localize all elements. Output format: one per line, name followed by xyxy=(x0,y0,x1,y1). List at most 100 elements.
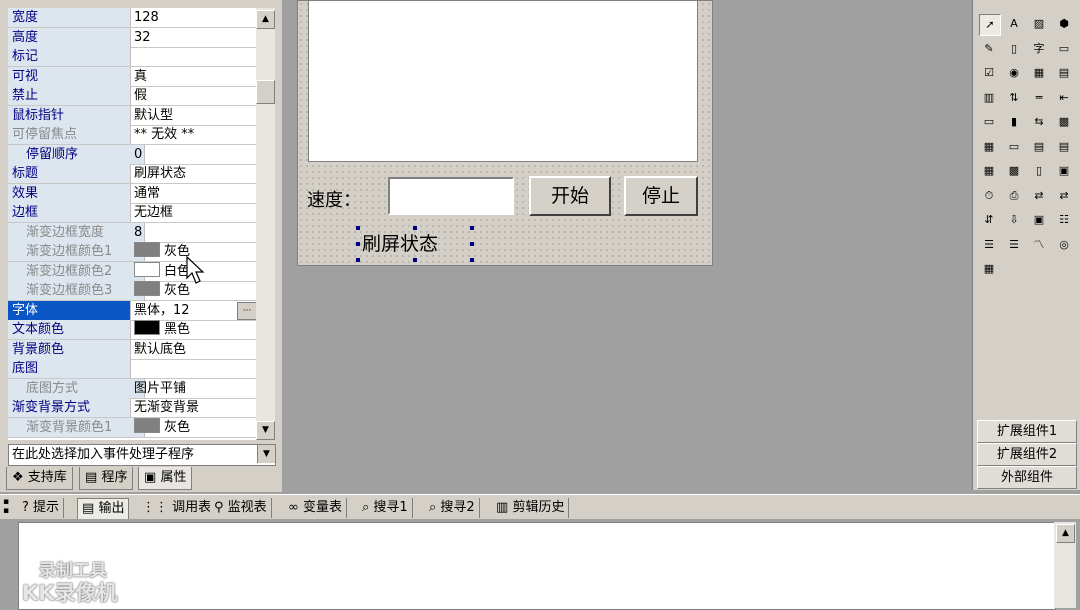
property-value[interactable]: 默认底色 xyxy=(131,340,256,359)
frame-icon[interactable]: ▯ xyxy=(1004,39,1024,59)
tab-output[interactable]: ▤ 输出 xyxy=(77,498,130,519)
property-value[interactable]: 真 xyxy=(131,67,256,86)
property-value[interactable]: 无渐变背景 xyxy=(131,398,256,417)
selection-handle[interactable] xyxy=(470,226,474,230)
property-value[interactable]: 默认型 xyxy=(131,106,256,125)
list2-icon[interactable]: ☷ xyxy=(1054,210,1074,230)
property-value[interactable]: 刷屏状态 xyxy=(131,164,256,183)
property-value[interactable]: 8 xyxy=(131,223,256,242)
tab-search-1[interactable]: ⌕ 搜寻1 xyxy=(358,498,413,518)
property-row[interactable]: 文本颜色 黑色 xyxy=(8,320,256,340)
external-components-button[interactable]: 外部组件 xyxy=(977,466,1077,489)
graph-icon[interactable]: 〽 xyxy=(1029,235,1049,255)
tab-properties[interactable]: ▣ 属性 xyxy=(138,467,193,490)
speed-input[interactable] xyxy=(388,177,514,215)
property-scrollbar[interactable]: ▲ ▼ xyxy=(256,8,275,440)
font-picker-button[interactable]: ··· xyxy=(237,301,256,320)
pointer-icon[interactable]: ➚ xyxy=(979,14,1001,36)
grid-icon[interactable]: ▥ xyxy=(979,88,999,108)
menu-icon[interactable]: ⇩ xyxy=(1004,210,1024,230)
property-row[interactable]: 标记 xyxy=(8,47,256,67)
tab-search-2[interactable]: ⌕ 搜寻2 xyxy=(425,498,480,518)
property-value[interactable]: 黑体，12 ··· xyxy=(131,301,256,320)
combo-icon[interactable]: ▦ xyxy=(1029,63,1049,83)
listbox-icon[interactable]: ▤ xyxy=(1054,63,1074,83)
table-icon[interactable]: ▦ xyxy=(979,161,999,181)
selection-handle[interactable] xyxy=(413,226,417,230)
property-value[interactable] xyxy=(131,359,256,378)
panel-icon[interactable]: ▣ xyxy=(1054,161,1074,181)
selection-handle[interactable] xyxy=(413,258,417,262)
date-icon[interactable]: ▤ xyxy=(1029,137,1049,157)
tab-clip-history[interactable]: ▥ 剪辑历史 xyxy=(492,498,570,518)
selection-handle[interactable] xyxy=(356,226,360,230)
selection-handle[interactable] xyxy=(356,258,360,262)
scroll-down-icon[interactable]: ▼ xyxy=(256,421,275,440)
data-icon[interactable]: ⇄ xyxy=(1029,186,1049,206)
selection-handle[interactable] xyxy=(470,258,474,262)
property-row[interactable]: 渐变背景颜色1 灰色 xyxy=(8,417,256,438)
output-body[interactable] xyxy=(18,522,1056,610)
property-row[interactable]: 宽度 128 xyxy=(8,8,256,28)
property-row[interactable]: 标题 刷屏状态 xyxy=(8,164,256,184)
property-row[interactable]: 渐变边框颜色2 白色 xyxy=(8,261,256,282)
selection-handle[interactable] xyxy=(470,242,474,246)
property-value[interactable]: 假 xyxy=(131,86,256,105)
property-value[interactable]: 通常 xyxy=(131,184,256,203)
tree-icon[interactable]: ⇵ xyxy=(979,210,999,230)
split-icon[interactable]: ⇆ xyxy=(1029,112,1049,132)
picture-icon[interactable]: ▨ xyxy=(1029,14,1049,34)
extension-components-1-button[interactable]: 扩展组件1 xyxy=(977,420,1077,443)
window-icon[interactable]: ▣ xyxy=(1029,210,1049,230)
property-row[interactable]: 停留顺序 0 xyxy=(8,144,256,165)
db-icon[interactable]: ☰ xyxy=(979,235,999,255)
combo-arrow-icon[interactable]: ▼ xyxy=(257,445,275,463)
property-value[interactable]: 图片平铺 xyxy=(131,379,256,398)
timer-icon[interactable]: ⏱ xyxy=(979,186,999,206)
scroll-icon[interactable]: ⇅ xyxy=(1004,88,1024,108)
property-row[interactable]: 高度 32 xyxy=(8,27,256,48)
doc-icon[interactable]: ▤ xyxy=(1054,137,1074,157)
property-row[interactable]: 效果 通常 xyxy=(8,183,256,204)
tab-program[interactable]: ▤ 程序 xyxy=(79,467,134,490)
odbc-icon[interactable]: ◎ xyxy=(1054,235,1074,255)
property-value[interactable]: 黑色 xyxy=(131,320,256,339)
property-row[interactable]: 渐变背景方式 无渐变背景 xyxy=(8,398,256,418)
db2-icon[interactable]: ☰ xyxy=(1004,235,1024,255)
pin-icon[interactable]: ▪ ▪ xyxy=(3,498,9,516)
start-button[interactable]: 开始 xyxy=(529,176,611,216)
text-icon[interactable]: 字 xyxy=(1029,39,1049,59)
button-icon[interactable]: ▭ xyxy=(1004,137,1024,157)
graphics-icon[interactable]: ▩ xyxy=(1054,112,1074,132)
property-value[interactable]: 无边框 xyxy=(131,203,256,222)
refresh-status-label[interactable]: 刷屏状态 xyxy=(358,228,472,260)
property-row[interactable]: 底图 xyxy=(8,359,256,379)
property-value[interactable]: ** 无效 ** xyxy=(131,125,256,144)
tab-call-table[interactable]: ⋮⋮ 调用表 xyxy=(138,498,217,518)
property-row[interactable]: 禁止假 xyxy=(8,86,256,106)
link-icon[interactable]: ⇄ xyxy=(1054,186,1074,206)
stop-button[interactable]: 停止 xyxy=(624,176,698,216)
property-row[interactable]: 渐变边框颜色1 灰色 xyxy=(8,242,256,262)
property-row[interactable]: 字体 黑体，12 ··· xyxy=(8,300,256,321)
event-handler-combo[interactable]: 在此处选择加入事件处理子程序 ▼ xyxy=(8,444,276,466)
list-box-control[interactable] xyxy=(308,0,698,162)
printer-icon[interactable]: ⎙ xyxy=(1004,186,1024,206)
slider-icon[interactable]: ▯ xyxy=(1029,161,1049,181)
property-row[interactable]: 渐变边框宽度 8 xyxy=(8,222,256,243)
edit-icon[interactable]: ✎ xyxy=(979,39,999,59)
property-value[interactable]: 128 xyxy=(131,8,256,27)
tab-support-library[interactable]: ❖ 支持库 xyxy=(6,467,73,490)
shape-icon[interactable]: ⬢ xyxy=(1054,14,1074,34)
extension-components-2-button[interactable]: 扩展组件2 xyxy=(977,443,1077,466)
tab-icon[interactable]: ▮ xyxy=(1004,112,1024,132)
property-value[interactable]: 32 xyxy=(131,28,256,47)
output-scrollbar[interactable]: ▲ xyxy=(1054,522,1076,608)
checkbox-icon[interactable]: ☑ xyxy=(979,63,999,83)
radio-icon[interactable]: ◉ xyxy=(1004,63,1024,83)
ruler-icon[interactable]: ⇤ xyxy=(1054,88,1074,108)
property-row[interactable]: 可停留焦点 ** 无效 ** xyxy=(8,125,256,145)
property-value[interactable]: 灰色 xyxy=(131,417,256,437)
property-row[interactable]: 底图方式 图片平铺 xyxy=(8,378,256,399)
property-value[interactable] xyxy=(131,47,256,66)
